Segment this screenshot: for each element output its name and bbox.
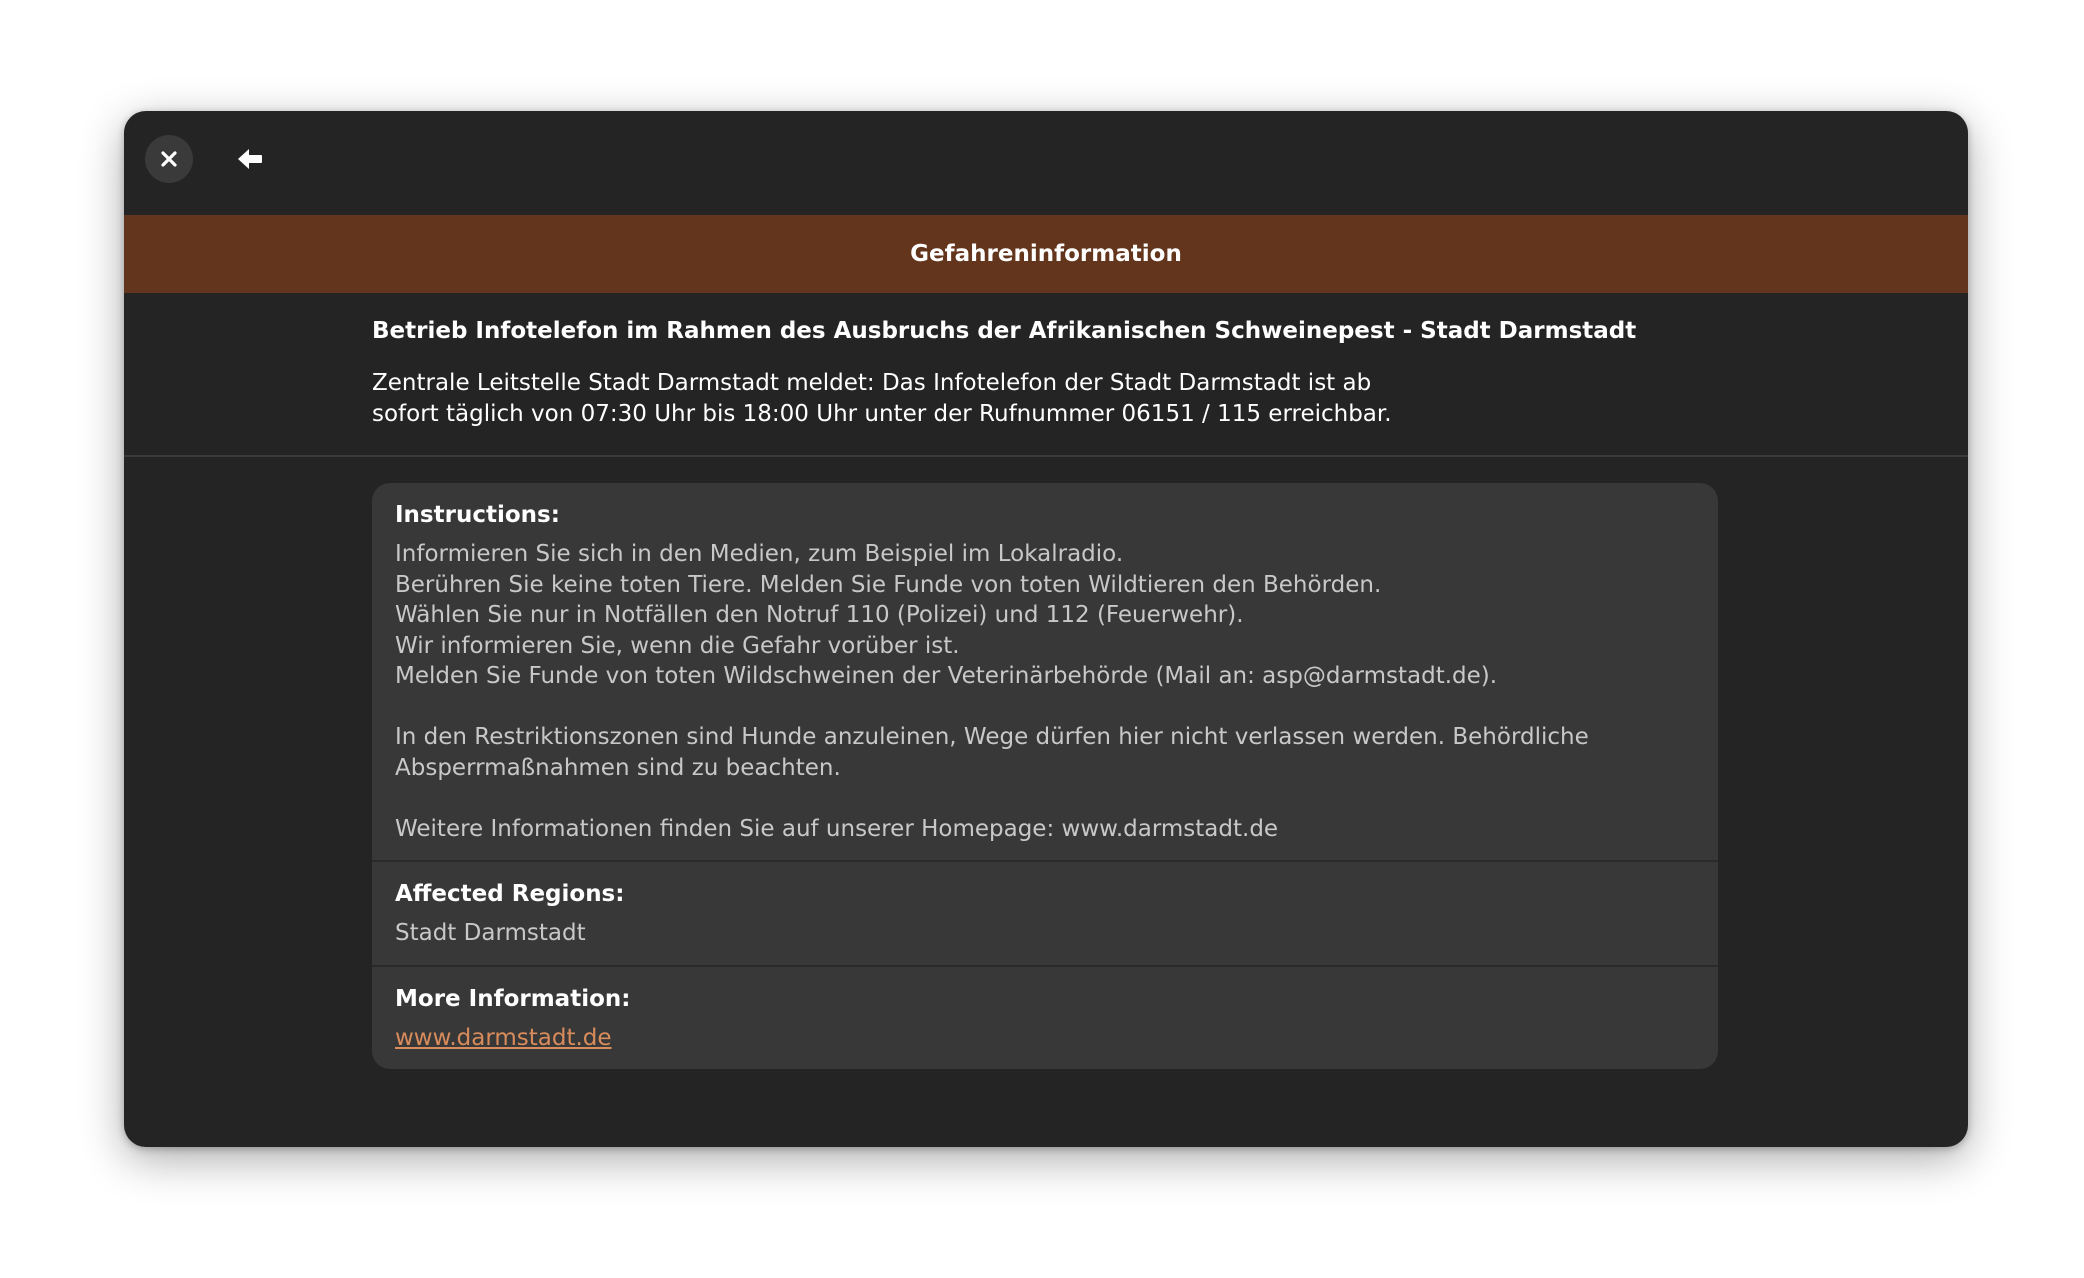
details-card: Instructions: Informieren Sie sich in de…	[372, 483, 1718, 1069]
alert-description: Zentrale Leitstelle Stadt Darmstadt meld…	[372, 370, 1392, 427]
more-info-section: More Information: www.darmstadt.de	[372, 964, 1718, 1069]
alert-banner: Gefahreninformation	[124, 215, 1968, 293]
instructions-text: Informieren Sie sich in den Medien, zum …	[395, 541, 1589, 842]
close-button[interactable]	[145, 135, 193, 183]
arrow-left-icon	[238, 149, 262, 169]
header-bar	[124, 111, 1968, 215]
alert-window: Gefahreninformation Betrieb Infotelefon …	[124, 111, 1968, 1147]
instructions-section: Instructions: Informieren Sie sich in de…	[372, 483, 1718, 860]
instructions-label: Instructions:	[395, 502, 560, 528]
close-icon	[161, 151, 177, 167]
back-button[interactable]	[226, 135, 274, 183]
regions-text: Stadt Darmstadt	[395, 920, 586, 946]
divider	[124, 455, 1968, 457]
banner-title: Gefahreninformation	[910, 241, 1182, 267]
regions-label: Affected Regions:	[395, 881, 625, 907]
regions-section: Affected Regions: Stadt Darmstadt	[372, 860, 1718, 965]
more-info-link[interactable]: www.darmstadt.de	[395, 1025, 612, 1051]
more-info-label: More Information:	[395, 985, 631, 1012]
alert-headline: Betrieb Infotelefon im Rahmen des Ausbru…	[372, 318, 1637, 344]
alert-summary: Betrieb Infotelefon im Rahmen des Ausbru…	[372, 316, 1772, 430]
